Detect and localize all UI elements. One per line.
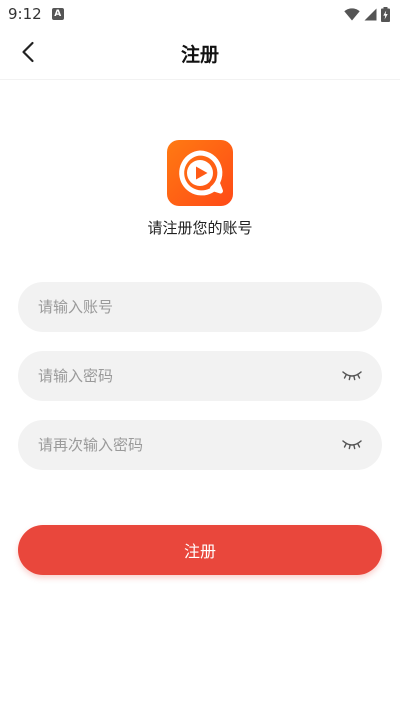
play-circle-logo bbox=[179, 150, 223, 196]
chevron-left-icon bbox=[21, 41, 35, 67]
register-screen: 9:12 A 注册 请注册您的账号 请输入账号 注册 bbox=[0, 0, 400, 711]
register-button[interactable]: 注册 bbox=[18, 525, 382, 575]
account-field bbox=[18, 282, 382, 332]
status-icons bbox=[344, 6, 390, 22]
back-button[interactable] bbox=[14, 40, 42, 68]
confirm-password-input[interactable] bbox=[38, 436, 340, 454]
app-logo bbox=[167, 140, 233, 206]
wifi-icon bbox=[344, 7, 360, 21]
a-letter-icon: A bbox=[51, 8, 64, 20]
status-bar: 9:12 A bbox=[0, 0, 400, 28]
eye-closed-icon[interactable] bbox=[340, 366, 364, 386]
eye-closed-icon[interactable] bbox=[340, 435, 364, 455]
page-title: 注册 bbox=[180, 44, 219, 66]
register-subtitle: 请注册您的账号 bbox=[147, 219, 253, 237]
nav-bar: 注册 bbox=[0, 28, 400, 80]
battery-charging-icon bbox=[381, 6, 390, 22]
status-time: 9:12 bbox=[8, 5, 42, 23]
signal-icon bbox=[364, 8, 377, 21]
password-field bbox=[18, 351, 382, 401]
account-input[interactable] bbox=[38, 298, 362, 316]
password-input[interactable] bbox=[38, 367, 340, 385]
confirm-password-field bbox=[18, 420, 382, 470]
